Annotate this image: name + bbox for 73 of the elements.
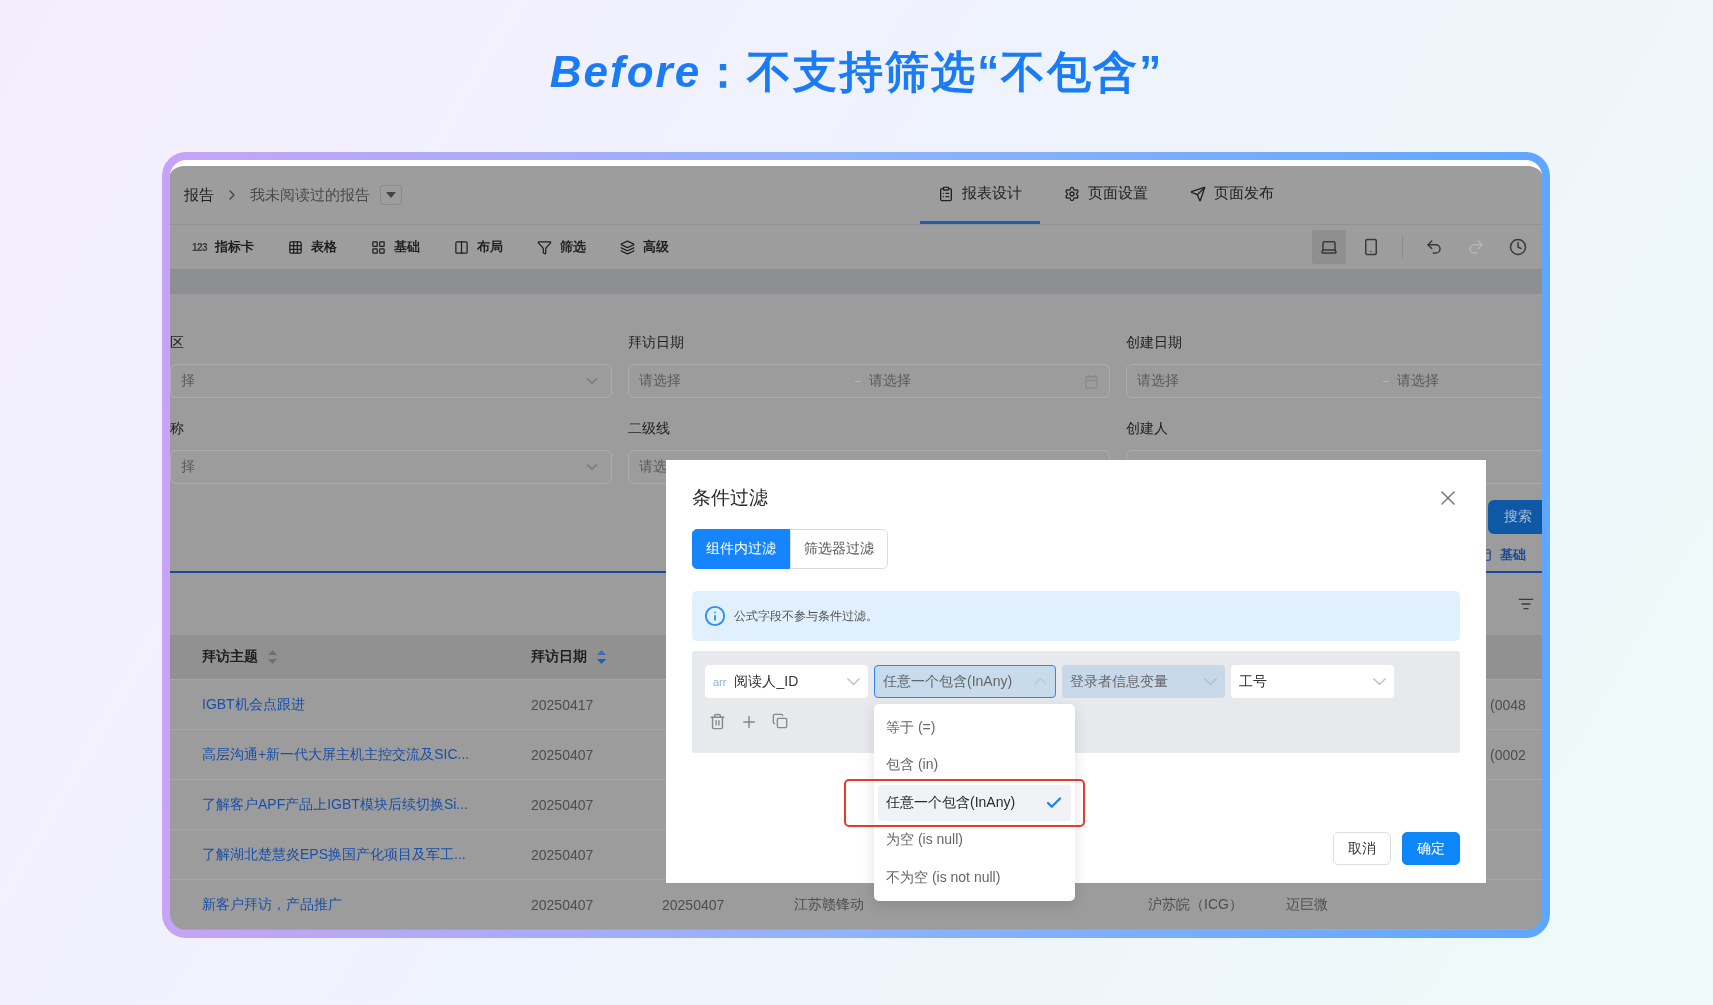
settings-icon [1064,185,1080,202]
sort-icon[interactable] [268,650,277,664]
table-icon [288,239,304,255]
type-tag: arr [713,675,727,688]
operator-select[interactable]: 任意一个包含(InAny) [874,665,1056,698]
table-cell: 20250407 [662,896,725,913]
sort-icon[interactable] [597,650,606,664]
toolbar-item[interactable]: 高级 [620,238,670,256]
dialog-title: 条件过滤 [692,486,768,510]
table-cell: 20250407 [531,846,594,863]
menu-option[interactable]: 等于 (=) [878,709,1071,746]
headline: Before：不支持筛选“不包含” [549,45,1164,98]
caret-icon [386,192,396,198]
redo-icon [1467,238,1485,256]
menu-option[interactable]: 包含 (in) [878,747,1071,783]
undo-icon [1425,238,1443,256]
table-cell: 沪苏皖（ICG） [1148,895,1243,912]
columns-icon [454,239,470,255]
filter-tab[interactable]: 筛选器过滤 [790,529,888,569]
field-label: 称 [170,419,185,438]
plus-icon[interactable] [740,713,758,731]
field-label: 创建日期 [1126,333,1183,352]
field-label: 创建人 [1126,419,1169,438]
menu-option[interactable]: 为空 (is null) [878,822,1071,858]
toolbar-item[interactable]: 筛选 [537,238,587,256]
filter-tab[interactable]: 组件内过滤 [692,529,790,569]
filter-icon [537,239,553,255]
dropdown-button[interactable] [380,185,402,205]
layers-icon [620,239,636,255]
info-icon [704,605,726,627]
toolbar-item[interactable]: 123 指标卡 [192,238,255,256]
breadcrumb-link[interactable]: 报告 [184,185,214,205]
column-header: 拜访日期 [531,648,587,666]
table-cell: 20250417 [531,696,594,713]
phone-icon [1362,238,1380,256]
nav-tab[interactable]: 页面设置 [1046,166,1166,224]
table-cell: 20250407 [531,746,594,763]
toolbar-item[interactable]: 表格 [288,238,338,256]
device-button[interactable] [1312,230,1346,264]
field-select[interactable]: arr 阅读人_ID [705,665,868,698]
chevron-down-icon [1204,678,1217,685]
laptop-icon [1320,238,1338,256]
copy-icon[interactable] [772,713,788,729]
cancel-button[interactable]: 取消 [1333,832,1391,865]
table-cell: 江苏赣锋动 [794,895,864,912]
table-cell: 迈巨微 [1286,895,1328,912]
search-button[interactable]: 搜索 [1488,500,1542,534]
menu-option[interactable]: 不为空 (is not null) [878,859,1071,896]
trash-icon[interactable] [709,713,726,730]
nav-tab[interactable]: 页面发布 [1172,166,1292,224]
field-label: 区 [170,333,185,352]
table-cell: (0002 [1490,746,1526,763]
clock-icon [1509,238,1527,256]
toolbar-item[interactable]: 基础 [371,238,421,256]
menu-option[interactable]: 任意一个包含(InAny) [878,784,1071,821]
chevron-down-icon [847,678,860,685]
table-cell: 20250407 [531,796,594,813]
column-header: 拜访主题 [202,648,258,666]
source-select[interactable]: 登录者信息变量 [1062,665,1225,698]
number-icon: 123 [192,241,208,253]
confirm-button[interactable]: 确定 [1402,832,1460,865]
clipboard-icon [938,185,954,202]
toolbar-item[interactable]: 布局 [454,238,504,256]
paper-plane-icon [1190,185,1206,202]
field-label: 二级线 [628,419,671,438]
grid-icon [371,239,387,255]
table-cell: 20250407 [531,896,594,913]
field-label: 拜访日期 [628,333,685,352]
notice-text: 公式字段不参与条件过滤。 [734,607,878,625]
chevron-down-icon [1373,678,1386,685]
table-cell: (0048 [1490,696,1526,713]
breadcrumb-current: 我未阅读过的报告 [250,185,370,205]
value-select[interactable]: 工号 [1231,665,1394,698]
